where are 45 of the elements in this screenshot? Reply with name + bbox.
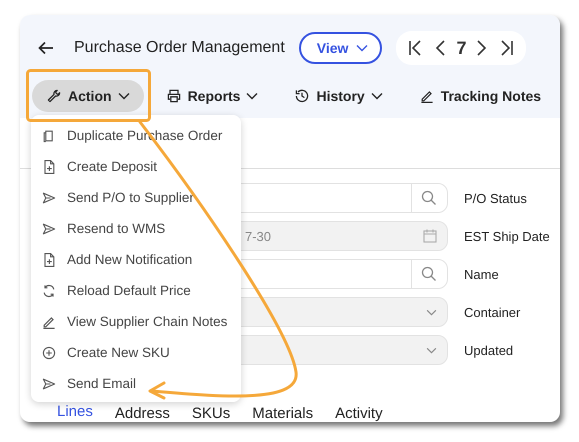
search-icon <box>421 266 437 282</box>
menu-item-label: Send Email <box>67 376 136 391</box>
view-button[interactable]: View <box>298 32 382 64</box>
menu-item-label: Reload Default Price <box>67 283 191 298</box>
plus-circle-icon <box>41 344 57 360</box>
tab[interactable]: SKUs <box>192 405 230 422</box>
menu-item-label: Create Deposit <box>67 159 158 174</box>
wrench-icon <box>46 88 62 104</box>
tab[interactable]: Address <box>114 405 170 422</box>
field-label: Name <box>464 266 499 282</box>
tab[interactable]: Materials <box>252 405 314 422</box>
field-label: Container <box>464 304 520 320</box>
chevron-down-icon <box>356 44 368 52</box>
field-label: Updated <box>464 342 514 358</box>
toolbar-button[interactable]: Reports <box>152 80 272 112</box>
menu-item-label: View Supplier Chain Notes <box>67 314 228 329</box>
menu-item[interactable]: Create Deposit <box>31 151 241 182</box>
menu-item-label: Send P/O to Supplier <box>67 190 194 205</box>
menu-item[interactable]: View Supplier Chain Notes <box>31 306 241 337</box>
menu-item[interactable]: Send P/O to Supplier <box>31 182 241 213</box>
history-icon <box>294 88 310 104</box>
toolbar-button[interactable]: History <box>280 80 397 112</box>
send-icon <box>41 376 57 392</box>
back-arrow-icon <box>38 41 54 55</box>
send-icon <box>41 220 57 236</box>
chevron-down-icon <box>426 346 437 354</box>
page-number: 7 <box>456 38 466 58</box>
reload-icon <box>41 282 57 298</box>
menu-item-label: Create New SKU <box>67 345 170 360</box>
menu-item-label: Add New Notification <box>67 252 192 267</box>
calendar-icon <box>423 229 437 243</box>
chevron-down-icon <box>426 308 437 316</box>
page-title: Purchase Order Management <box>74 39 285 57</box>
field-label: P/O Status <box>464 190 527 206</box>
search-icon <box>421 190 437 206</box>
tab[interactable]: Activity <box>335 405 383 422</box>
toolbar-button[interactable]: Action <box>32 80 144 112</box>
send-icon <box>41 190 57 206</box>
menu-item[interactable]: Create New SKU <box>31 337 241 368</box>
menu-item[interactable]: Send Email <box>31 368 241 399</box>
menu-item[interactable]: Reload Default Price <box>31 275 241 306</box>
printer-icon <box>166 88 182 104</box>
toolbar-button[interactable]: Tracking Notes <box>404 80 556 112</box>
field-label: EST Ship Date <box>464 228 550 244</box>
menu-item-label: Resend to WMS <box>67 221 166 236</box>
